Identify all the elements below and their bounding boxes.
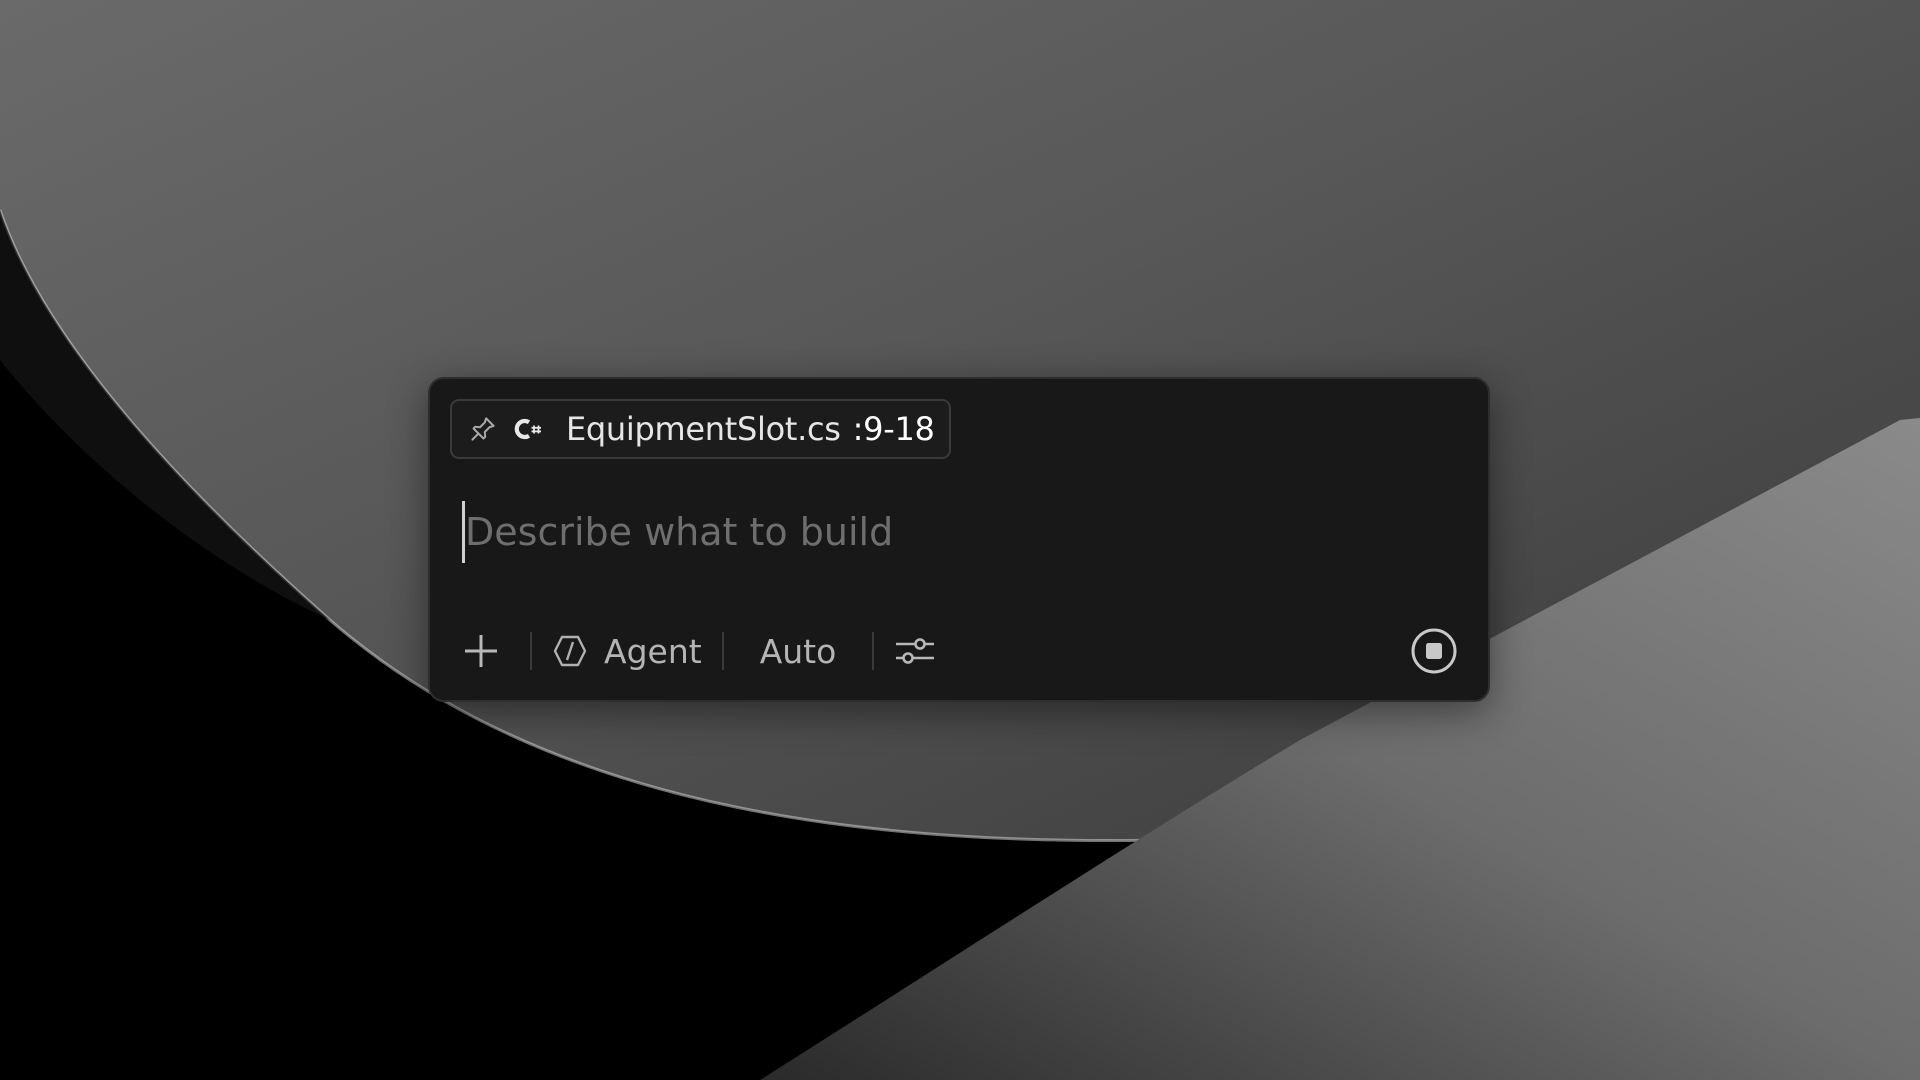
model-label: Auto — [759, 631, 837, 671]
context-file-chip[interactable]: EquipmentSlot.cs :9-18 — [450, 399, 951, 459]
desktop-background: EquipmentSlot.cs :9-18 Agent — [0, 0, 1920, 1080]
context-file-name: EquipmentSlot.cs — [566, 410, 841, 448]
toolbar-divider — [721, 632, 724, 670]
stop-icon — [1411, 628, 1457, 674]
model-selector-button[interactable]: Auto — [744, 623, 853, 679]
settings-button[interactable] — [894, 623, 936, 679]
chat-composer: EquipmentSlot.cs :9-18 Agent — [428, 377, 1490, 702]
context-line-range: :9-18 — [852, 410, 935, 448]
agent-icon — [553, 635, 587, 667]
plus-icon — [465, 635, 497, 667]
mode-label: Agent — [604, 631, 702, 671]
prompt-input[interactable] — [465, 510, 1365, 554]
composer-toolbar: Agent Auto — [452, 619, 1466, 683]
toolbar-divider — [872, 632, 875, 670]
mode-selector-button[interactable]: Agent — [552, 623, 702, 679]
stop-button[interactable] — [1406, 623, 1462, 679]
csharp-icon — [512, 412, 546, 446]
add-context-button[interactable] — [452, 623, 510, 679]
toolbar-divider — [530, 632, 532, 670]
pin-icon[interactable] — [466, 412, 500, 446]
sliders-icon — [896, 638, 935, 664]
prompt-area[interactable] — [462, 499, 1452, 565]
